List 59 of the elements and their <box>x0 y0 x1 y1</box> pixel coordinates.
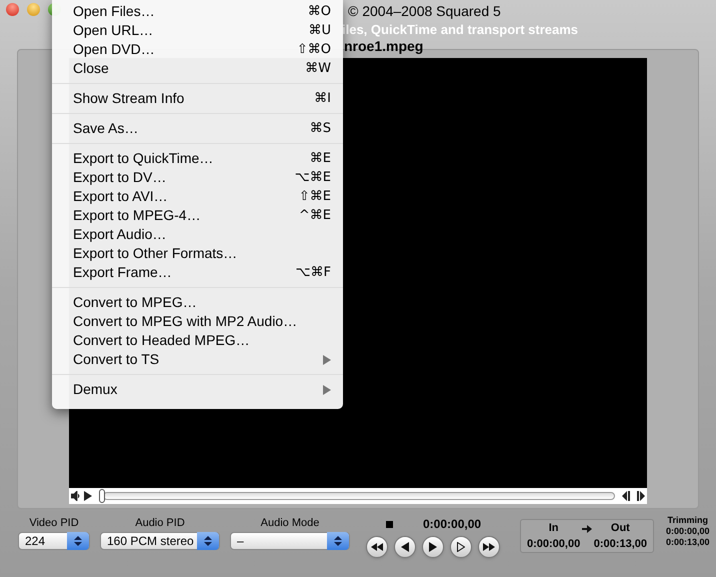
step-forward-icon <box>457 542 465 552</box>
menu-item[interactable]: Close ⌘W <box>52 59 343 78</box>
in-time: 0:00:00,00 <box>527 537 580 552</box>
field-label: Audio Mode <box>260 516 320 531</box>
trimming-label: Trimming <box>668 515 708 526</box>
out-label: Out <box>610 520 630 536</box>
stepper-icon <box>67 532 89 550</box>
menu-item[interactable]: Demux <box>52 380 343 399</box>
submenu-arrow-icon <box>323 384 331 394</box>
menu-item[interactable]: Export to QuickTime… ⌘E <box>52 149 343 168</box>
menu-item[interactable]: Export to MPEG-4… ^⌘E <box>52 206 343 225</box>
field-label: Video PID <box>29 516 79 531</box>
menu-item[interactable]: Open DVD… ⇧⌘O <box>52 40 343 59</box>
menu-item[interactable]: Convert to TS <box>52 350 343 369</box>
copyright-text: © 2004–2008 Squared 5 <box>348 2 501 21</box>
menu-item[interactable]: Open Files… ⌘O <box>52 2 343 21</box>
in-label: In <box>548 520 558 536</box>
menu-item[interactable]: Export Frame… ⌥⌘F <box>52 263 343 282</box>
mark-in-icon[interactable] <box>622 491 632 501</box>
step-back-icon <box>401 542 409 552</box>
field-label: Audio PID <box>135 516 185 531</box>
file-name: nroe1.mpeg <box>344 37 424 56</box>
fast-forward-icon <box>483 543 495 551</box>
stepper-icon <box>327 532 349 550</box>
mark-out-icon[interactable] <box>635 491 645 501</box>
arrow-right-icon <box>582 525 592 533</box>
menu-item[interactable]: Convert to MPEG… <box>52 293 343 312</box>
play-button[interactable] <box>422 536 444 558</box>
time-display: 0:00:00,00 <box>423 516 482 533</box>
menu-item[interactable]: Export Audio… <box>52 225 343 244</box>
menu-item[interactable]: Open URL… ⌘U <box>52 21 343 40</box>
rewind-icon <box>371 543 383 551</box>
trimming-end: 0:00:13,00 <box>666 537 710 548</box>
stop-icon[interactable] <box>386 520 393 528</box>
fast-forward-button[interactable] <box>478 536 500 558</box>
menu-item[interactable]: Convert to MPEG with MP2 Audio… <box>52 312 343 331</box>
dropdown[interactable]: 160 PCM stereo <box>100 532 220 550</box>
play-icon[interactable] <box>84 491 92 501</box>
speaker-icon[interactable] <box>71 491 81 501</box>
close-button[interactable] <box>6 3 19 16</box>
stepper-icon <box>197 532 219 550</box>
menu-item[interactable]: Export to AVI… ⇧⌘E <box>52 187 343 206</box>
rewind-button[interactable] <box>366 536 388 558</box>
play-icon <box>429 542 437 552</box>
menu-item[interactable]: Save As… ⌘S <box>52 119 343 138</box>
out-time: 0:00:13,00 <box>594 537 647 552</box>
menu-item[interactable]: Export to DV… ⌥⌘E <box>52 168 343 187</box>
menu-item[interactable]: Convert to Headed MPEG… <box>52 331 343 350</box>
submenu-arrow-icon <box>323 354 331 364</box>
playhead-handle[interactable] <box>99 489 105 503</box>
timeline-track[interactable] <box>103 492 615 500</box>
step-back-button[interactable] <box>394 536 416 558</box>
menu-item[interactable]: Export to Other Formats… <box>52 244 343 263</box>
step-forward-button[interactable] <box>450 536 472 558</box>
dropdown[interactable]: – <box>230 532 350 550</box>
menu-item[interactable]: Show Stream Info ⌘I <box>52 89 343 108</box>
subtitle-text: iles, QuickTime and transport streams <box>342 21 578 39</box>
dropdown[interactable]: 224 <box>18 532 90 550</box>
trimming-start: 0:00:00,00 <box>666 526 710 537</box>
